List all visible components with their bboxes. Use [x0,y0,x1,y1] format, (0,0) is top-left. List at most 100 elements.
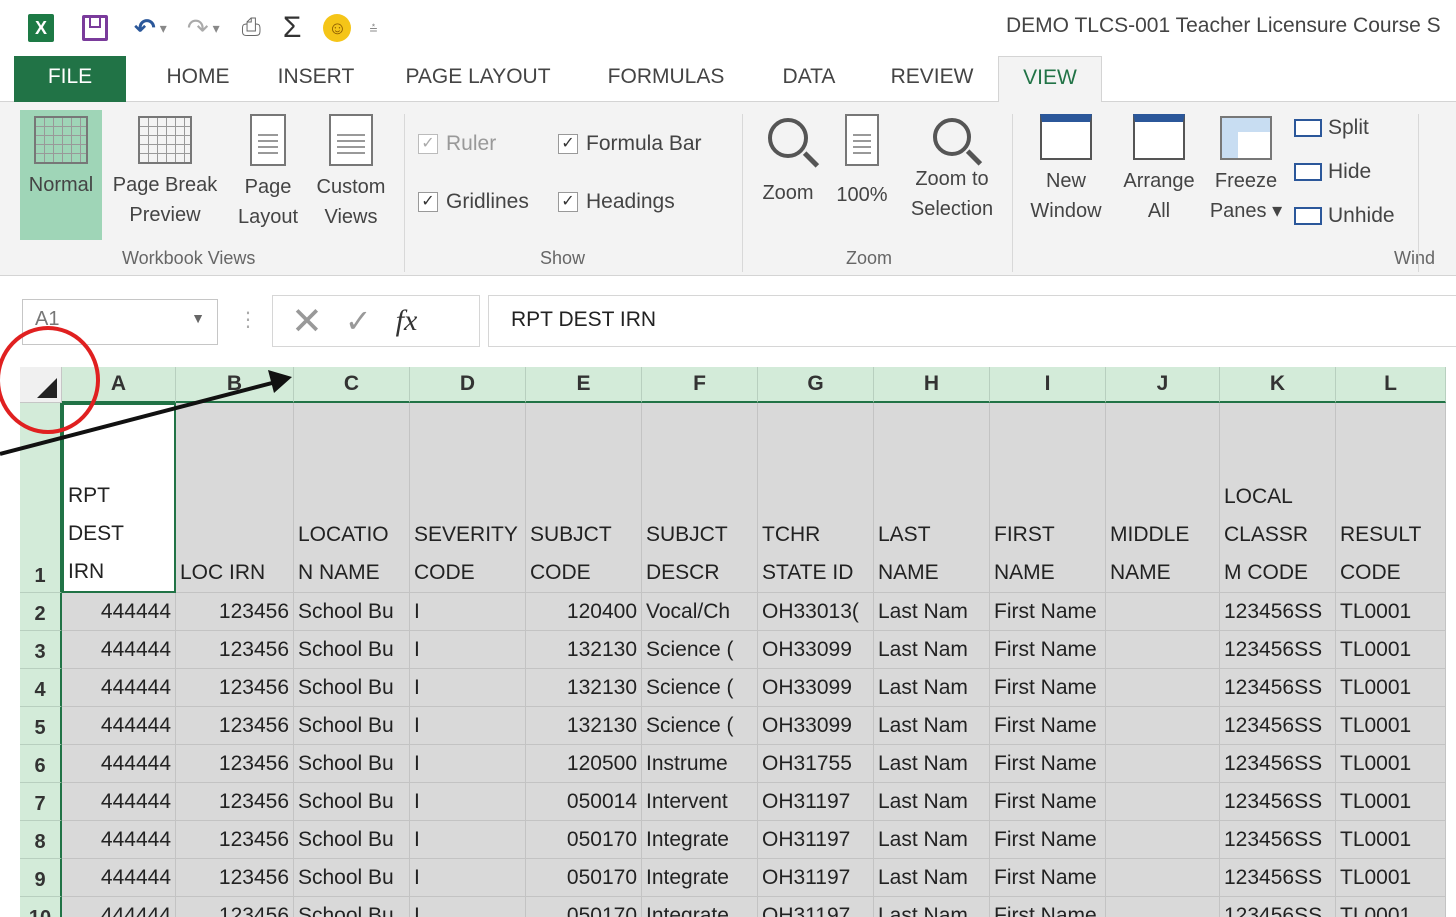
table-cell[interactable]: TL0001 [1336,897,1446,917]
table-cell[interactable]: Integrate [642,821,758,859]
table-cell[interactable]: 123456SS [1220,593,1336,631]
table-cell[interactable]: OH31197 [758,859,874,897]
table-cell[interactable]: I [410,821,526,859]
cancel-icon[interactable]: ✕ [291,299,323,344]
page-layout-view-button[interactable]: Page Layout [228,110,308,240]
table-cell[interactable]: TL0001 [1336,859,1446,897]
table-cell[interactable]: Last Nam [874,859,990,897]
table-cell[interactable]: School Bu [294,707,410,745]
header-cell[interactable]: SUBJCT DESCR [642,403,758,593]
tab-review[interactable]: REVIEW [880,56,984,102]
name-box-dropdown-icon[interactable]: ▼ [191,310,205,326]
table-cell[interactable]: 123456SS [1220,897,1336,917]
header-cell[interactable]: LAST NAME [874,403,990,593]
table-cell[interactable]: 132130 [526,631,642,669]
table-cell[interactable]: 050170 [526,859,642,897]
column-header-f[interactable]: F [642,367,758,403]
column-header-e[interactable]: E [526,367,642,403]
column-header-a[interactable]: A [62,367,176,403]
table-cell[interactable]: I [410,631,526,669]
table-cell[interactable]: OH33099 [758,631,874,669]
header-cell[interactable]: SEVERITY CODE [410,403,526,593]
header-cell[interactable]: TCHR STATE ID [758,403,874,593]
table-cell[interactable]: School Bu [294,745,410,783]
table-cell[interactable]: First Name [990,821,1106,859]
table-cell[interactable]: TL0001 [1336,707,1446,745]
table-cell[interactable]: 123456 [176,707,294,745]
table-cell[interactable]: First Name [990,631,1106,669]
table-cell[interactable]: TL0001 [1336,821,1446,859]
table-cell[interactable]: School Bu [294,631,410,669]
table-cell[interactable]: 444444 [62,631,176,669]
enter-icon[interactable]: ✓ [345,302,372,340]
column-header-d[interactable]: D [410,367,526,403]
ruler-checkbox[interactable]: ✓ Ruler [418,132,496,156]
table-cell[interactable] [1106,783,1220,821]
table-cell[interactable]: Science ( [642,631,758,669]
gridlines-checkbox[interactable]: ✓ Gridlines [418,190,529,214]
table-cell[interactable]: I [410,745,526,783]
header-cell[interactable]: LOCAL CLASSR M CODE [1220,403,1336,593]
formula-bar-grip-icon[interactable]: ⋮ [238,307,258,332]
name-box[interactable]: A1 ▼ [22,299,218,345]
custom-views-button[interactable]: Custom Views [306,110,396,240]
table-cell[interactable] [1106,707,1220,745]
table-cell[interactable]: TL0001 [1336,783,1446,821]
table-cell[interactable]: 050014 [526,783,642,821]
table-cell[interactable]: 123456 [176,859,294,897]
column-header-c[interactable]: C [294,367,410,403]
table-cell[interactable] [1106,593,1220,631]
headings-checkbox[interactable]: ✓ Headings [558,190,675,214]
header-cell[interactable]: LOC IRN [176,403,294,593]
table-cell[interactable]: Last Nam [874,707,990,745]
table-cell[interactable]: School Bu [294,821,410,859]
freeze-panes-button[interactable]: Freeze Panes ▾ [1204,110,1288,240]
header-cell[interactable]: MIDDLE NAME [1106,403,1220,593]
row-header[interactable]: 7 [20,783,62,821]
row-header[interactable]: 4 [20,669,62,707]
redo-icon[interactable]: ↷ [187,8,209,48]
normal-view-button[interactable]: Normal [20,110,102,240]
send-smile-icon[interactable]: ☺ [323,14,352,42]
hide-button[interactable]: Hide [1294,160,1371,184]
table-cell[interactable]: I [410,669,526,707]
undo-dropdown-icon[interactable]: ▾ [160,20,167,37]
arrange-all-button[interactable]: Arrange All [1114,110,1204,240]
table-cell[interactable]: Instrume [642,745,758,783]
row-header[interactable]: 6 [20,745,62,783]
table-cell[interactable]: 132130 [526,669,642,707]
table-cell[interactable]: School Bu [294,783,410,821]
table-cell[interactable]: OH33099 [758,669,874,707]
table-cell[interactable]: Intervent [642,783,758,821]
autosum-icon[interactable]: Σ [283,8,302,48]
print-preview-icon[interactable]: ⎙ [242,8,261,48]
column-header-h[interactable]: H [874,367,990,403]
table-cell[interactable]: 123456 [176,593,294,631]
table-cell[interactable]: 123456SS [1220,783,1336,821]
tab-home[interactable]: HOME [150,56,246,102]
table-cell[interactable] [1106,859,1220,897]
table-cell[interactable]: OH33099 [758,707,874,745]
table-cell[interactable]: 123456 [176,745,294,783]
table-cell[interactable]: 444444 [62,669,176,707]
table-cell[interactable]: 123456SS [1220,821,1336,859]
table-cell[interactable]: Last Nam [874,669,990,707]
table-cell[interactable]: TL0001 [1336,631,1446,669]
table-cell[interactable]: First Name [990,707,1106,745]
table-cell[interactable]: First Name [990,859,1106,897]
table-cell[interactable]: School Bu [294,859,410,897]
undo-icon[interactable]: ↶ [134,8,156,48]
row-header[interactable]: 10 [20,897,62,917]
active-cell[interactable]: RPT DEST IRN [62,403,176,593]
table-cell[interactable]: Last Nam [874,631,990,669]
table-cell[interactable]: OH31197 [758,897,874,917]
table-cell[interactable]: 444444 [62,859,176,897]
table-cell[interactable]: 120500 [526,745,642,783]
table-cell[interactable]: I [410,897,526,917]
column-header-g[interactable]: G [758,367,874,403]
header-cell[interactable]: LOCATIO N NAME [294,403,410,593]
tab-page-layout[interactable]: PAGE LAYOUT [396,56,560,102]
header-cell[interactable]: FIRST NAME [990,403,1106,593]
table-cell[interactable]: First Name [990,897,1106,917]
table-cell[interactable]: TL0001 [1336,669,1446,707]
